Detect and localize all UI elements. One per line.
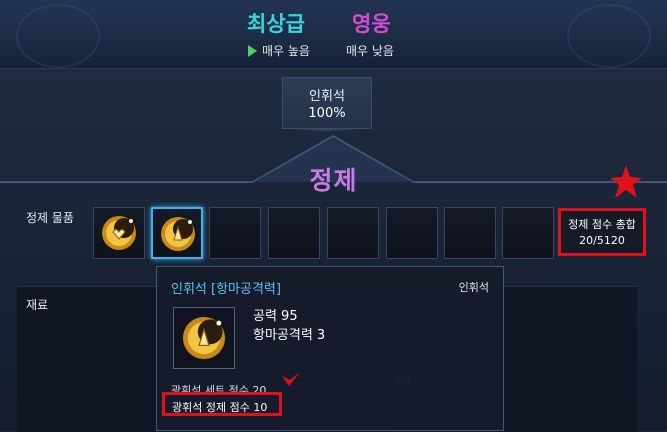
moon-gem-icon [161, 217, 195, 251]
red-check-marker-icon [282, 372, 300, 386]
red-star-marker-icon [610, 165, 642, 198]
tooltip-stat-attack: 공력 95 [253, 309, 298, 324]
refine-score-total-box: 정제 점수 총합 20/5120 [558, 208, 646, 256]
tooltip-item-type: 인휘석 [458, 281, 489, 294]
moon-gem-icon [102, 216, 136, 250]
refine-score-value: 20/5120 [579, 234, 625, 247]
refine-slot-2[interactable] [151, 207, 203, 259]
material-label: 재료 [26, 298, 49, 312]
refine-score-title: 정제 점수 총합 [568, 218, 636, 231]
tooltip-refine-score-box: 광휘석 정제 점수 10 [162, 392, 282, 416]
refine-slot-4[interactable] [268, 207, 320, 259]
item-tooltip: 인휘석 [항마공격력] 인휘석 공력 95 항마공격력 3 광휘석 세트 점수 … [156, 266, 504, 431]
refine-title: 정제 [309, 166, 358, 195]
stone-rate-box: 인휘석 100% [282, 77, 372, 129]
refine-slot-5[interactable] [327, 207, 379, 259]
moon-gem-icon [182, 316, 226, 360]
tooltip-item-name: 인휘석 [항마공격력] [171, 282, 281, 297]
refine-items-label: 정제 물품 [26, 211, 74, 225]
refine-slot-3[interactable] [209, 207, 261, 259]
stone-name: 인휘석 [309, 89, 345, 104]
tooltip-stat-anti-demon: 항마공격력 3 [253, 328, 326, 343]
tooltip-icon-frame [173, 307, 235, 369]
tooltip-refine-score: 광휘석 정제 점수 10 [172, 401, 268, 414]
refine-slot-7[interactable] [444, 207, 496, 259]
refine-slot-6[interactable] [386, 207, 438, 259]
refine-slot-8[interactable] [502, 207, 554, 259]
refine-slot-1[interactable] [93, 207, 145, 259]
stone-percent: 100% [308, 106, 346, 121]
